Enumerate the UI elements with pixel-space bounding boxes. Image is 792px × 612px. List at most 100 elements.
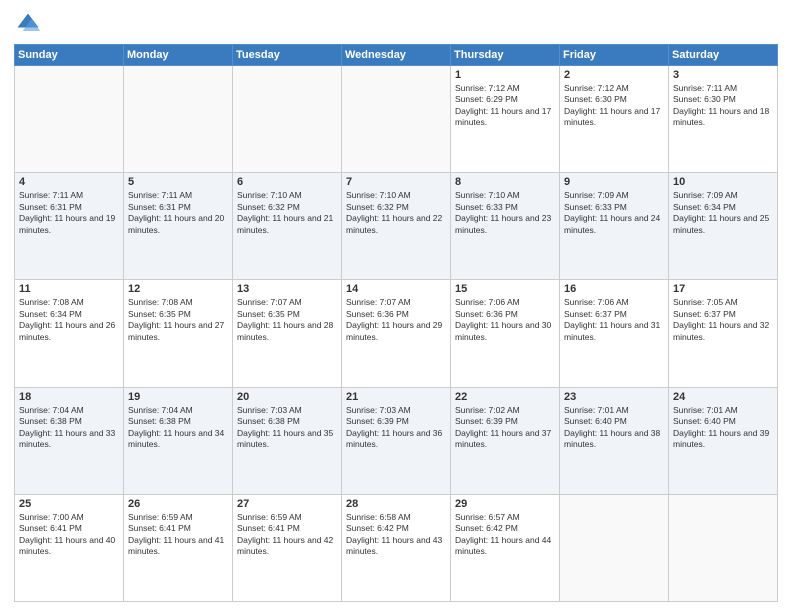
page: SundayMondayTuesdayWednesdayThursdayFrid… — [0, 0, 792, 612]
day-header-tuesday: Tuesday — [233, 45, 342, 66]
day-header-monday: Monday — [124, 45, 233, 66]
day-info: Sunrise: 6:58 AM Sunset: 6:42 PM Dayligh… — [346, 512, 446, 558]
calendar-cell: 26 Sunrise: 6:59 AM Sunset: 6:41 PM Dayli… — [124, 494, 233, 601]
day-info: Sunrise: 7:11 AM Sunset: 6:31 PM Dayligh… — [19, 190, 119, 236]
calendar-cell: 21Sunrise: 7:03 AM Sunset: 6:39 PM Dayli… — [342, 387, 451, 494]
day-info: Sunrise: 7:07 AM Sunset: 6:36 PM Dayligh… — [346, 297, 446, 343]
calendar-cell — [15, 66, 124, 173]
calendar-week-0: 1Sunrise: 7:12 AM Sunset: 6:29 PM Daylig… — [15, 66, 778, 173]
calendar-cell: 12 Sunrise: 7:08 AM Sunset: 6:35 PM Dayli… — [124, 280, 233, 387]
calendar-week-2: 11 Sunrise: 7:08 AM Sunset: 6:34 PM Dayli… — [15, 280, 778, 387]
day-number: 13 — [237, 283, 337, 295]
day-info: Sunrise: 7:10 AM Sunset: 6:32 PM Dayligh… — [237, 190, 337, 236]
day-number: 20 — [237, 391, 337, 403]
calendar-cell: 19 Sunrise: 7:04 AM Sunset: 6:38 PM Dayli… — [124, 387, 233, 494]
day-info: Sunrise: 6:57 AM Sunset: 6:42 PM Dayligh… — [455, 512, 555, 558]
day-number: 24 — [673, 391, 773, 403]
calendar-cell: 8 Sunrise: 7:10 AM Sunset: 6:33 PM Daylig… — [451, 173, 560, 280]
calendar-cell: 24 Sunrise: 7:01 AM Sunset: 6:40 PM Dayli… — [669, 387, 778, 494]
day-info: Sunrise: 7:10 AM Sunset: 6:33 PM Dayligh… — [455, 190, 555, 236]
calendar-week-3: 18 Sunrise: 7:04 AM Sunset: 6:38 PM Dayli… — [15, 387, 778, 494]
calendar-cell: 29 Sunrise: 6:57 AM Sunset: 6:42 PM Dayli… — [451, 494, 560, 601]
day-info: Sunrise: 7:01 AM Sunset: 6:40 PM Dayligh… — [673, 405, 773, 451]
calendar-cell: 10Sunrise: 7:09 AM Sunset: 6:34 PM Dayli… — [669, 173, 778, 280]
calendar-cell: 15 Sunrise: 7:06 AM Sunset: 6:36 PM Dayli… — [451, 280, 560, 387]
day-info: Sunrise: 7:09 AM Sunset: 6:33 PM Dayligh… — [564, 190, 664, 236]
calendar-cell: 28 Sunrise: 6:58 AM Sunset: 6:42 PM Dayli… — [342, 494, 451, 601]
day-number: 23 — [564, 391, 664, 403]
calendar-cell — [342, 66, 451, 173]
day-info: Sunrise: 7:10 AM Sunset: 6:32 PM Dayligh… — [346, 190, 446, 236]
day-info: Sunrise: 7:07 AM Sunset: 6:35 PM Dayligh… — [237, 297, 337, 343]
day-number: 27 — [237, 498, 337, 510]
day-info: Sunrise: 6:59 AM Sunset: 6:41 PM Dayligh… — [237, 512, 337, 558]
day-header-thursday: Thursday — [451, 45, 560, 66]
day-info: Sunrise: 7:11 AM Sunset: 6:31 PM Dayligh… — [128, 190, 228, 236]
day-number: 14 — [346, 283, 446, 295]
calendar-cell — [124, 66, 233, 173]
calendar-cell — [669, 494, 778, 601]
day-number: 17 — [673, 283, 773, 295]
day-number: 18 — [19, 391, 119, 403]
header — [14, 10, 778, 38]
day-header-wednesday: Wednesday — [342, 45, 451, 66]
day-number: 7 — [346, 176, 446, 188]
day-number: 5 — [128, 176, 228, 188]
day-number: 9 — [564, 176, 664, 188]
calendar-cell: 13 Sunrise: 7:07 AM Sunset: 6:35 PM Dayli… — [233, 280, 342, 387]
day-number: 6 — [237, 176, 337, 188]
day-number: 25 — [19, 498, 119, 510]
calendar-cell: 17Sunrise: 7:05 AM Sunset: 6:37 PM Dayli… — [669, 280, 778, 387]
calendar-cell: 9 Sunrise: 7:09 AM Sunset: 6:33 PM Daylig… — [560, 173, 669, 280]
day-number: 22 — [455, 391, 555, 403]
calendar-week-4: 25 Sunrise: 7:00 AM Sunset: 6:41 PM Dayli… — [15, 494, 778, 601]
day-number: 26 — [128, 498, 228, 510]
calendar-table: SundayMondayTuesdayWednesdayThursdayFrid… — [14, 44, 778, 602]
calendar-cell: 1Sunrise: 7:12 AM Sunset: 6:29 PM Daylig… — [451, 66, 560, 173]
day-info: Sunrise: 7:08 AM Sunset: 6:34 PM Dayligh… — [19, 297, 119, 343]
day-info: Sunrise: 7:04 AM Sunset: 6:38 PM Dayligh… — [19, 405, 119, 451]
day-number: 3 — [673, 69, 773, 81]
day-number: 19 — [128, 391, 228, 403]
calendar-cell: 7 Sunrise: 7:10 AM Sunset: 6:32 PM Daylig… — [342, 173, 451, 280]
day-number: 15 — [455, 283, 555, 295]
day-headers-row: SundayMondayTuesdayWednesdayThursdayFrid… — [15, 45, 778, 66]
day-number: 11 — [19, 283, 119, 295]
day-number: 1 — [455, 69, 555, 81]
day-number: 29 — [455, 498, 555, 510]
calendar-cell — [233, 66, 342, 173]
calendar-cell: 4 Sunrise: 7:11 AM Sunset: 6:31 PM Daylig… — [15, 173, 124, 280]
day-number: 2 — [564, 69, 664, 81]
calendar-cell: 27 Sunrise: 6:59 AM Sunset: 6:41 PM Dayli… — [233, 494, 342, 601]
logo — [14, 10, 46, 38]
calendar-cell: 14 Sunrise: 7:07 AM Sunset: 6:36 PM Dayli… — [342, 280, 451, 387]
day-info: Sunrise: 7:06 AM Sunset: 6:36 PM Dayligh… — [455, 297, 555, 343]
calendar-cell: 25 Sunrise: 7:00 AM Sunset: 6:41 PM Dayli… — [15, 494, 124, 601]
calendar-cell: 6 Sunrise: 7:10 AM Sunset: 6:32 PM Daylig… — [233, 173, 342, 280]
day-info: Sunrise: 6:59 AM Sunset: 6:41 PM Dayligh… — [128, 512, 228, 558]
day-info: Sunrise: 7:06 AM Sunset: 6:37 PM Dayligh… — [564, 297, 664, 343]
calendar-cell — [560, 494, 669, 601]
day-info: Sunrise: 7:11 AM Sunset: 6:30 PM Dayligh… — [673, 83, 773, 129]
day-header-friday: Friday — [560, 45, 669, 66]
day-number: 16 — [564, 283, 664, 295]
calendar-cell: 20Sunrise: 7:03 AM Sunset: 6:38 PM Dayli… — [233, 387, 342, 494]
day-info: Sunrise: 7:04 AM Sunset: 6:38 PM Dayligh… — [128, 405, 228, 451]
day-number: 8 — [455, 176, 555, 188]
day-number: 28 — [346, 498, 446, 510]
calendar-cell: 16 Sunrise: 7:06 AM Sunset: 6:37 PM Dayli… — [560, 280, 669, 387]
day-info: Sunrise: 7:12 AM Sunset: 6:30 PM Dayligh… — [564, 83, 664, 129]
day-header-saturday: Saturday — [669, 45, 778, 66]
day-number: 10 — [673, 176, 773, 188]
day-info: Sunrise: 7:08 AM Sunset: 6:35 PM Dayligh… — [128, 297, 228, 343]
day-number: 4 — [19, 176, 119, 188]
calendar-cell: 3 Sunrise: 7:11 AM Sunset: 6:30 PM Daylig… — [669, 66, 778, 173]
calendar-cell: 5 Sunrise: 7:11 AM Sunset: 6:31 PM Daylig… — [124, 173, 233, 280]
day-number: 12 — [128, 283, 228, 295]
calendar-cell: 2 Sunrise: 7:12 AM Sunset: 6:30 PM Daylig… — [560, 66, 669, 173]
calendar-cell: 18 Sunrise: 7:04 AM Sunset: 6:38 PM Dayli… — [15, 387, 124, 494]
day-header-sunday: Sunday — [15, 45, 124, 66]
calendar-cell: 22Sunrise: 7:02 AM Sunset: 6:39 PM Dayli… — [451, 387, 560, 494]
day-info: Sunrise: 7:00 AM Sunset: 6:41 PM Dayligh… — [19, 512, 119, 558]
logo-icon — [14, 10, 42, 38]
